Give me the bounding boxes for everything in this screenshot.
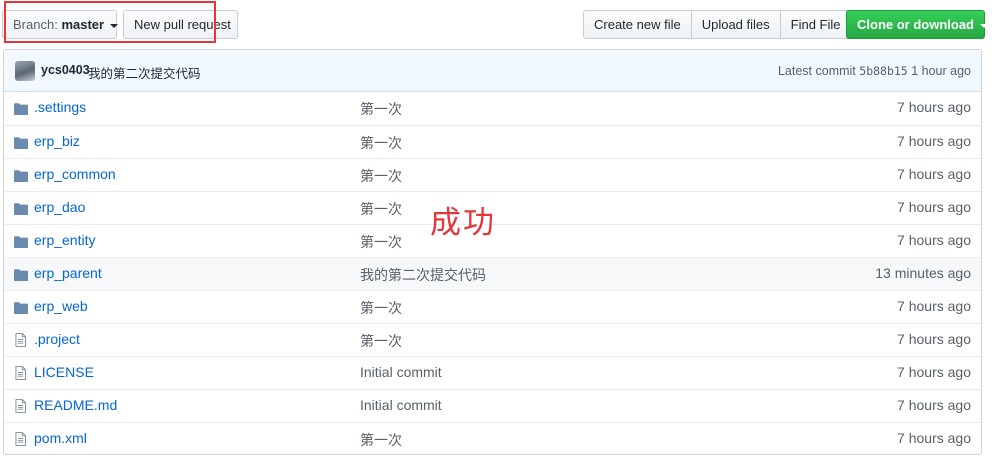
file-name-link[interactable]: .project xyxy=(34,331,80,347)
latest-commit-info: Latest commit 5b88b15 1 hour ago xyxy=(778,64,971,78)
folder-icon xyxy=(14,102,28,115)
folder-icon xyxy=(14,169,28,182)
upload-files-button[interactable]: Upload files xyxy=(690,10,780,39)
file-icon xyxy=(15,432,29,446)
latest-commit-label: Latest commit xyxy=(777,64,856,78)
file-icon xyxy=(15,366,29,380)
file-row[interactable]: .project 第一次 7 hours ago xyxy=(4,323,981,356)
file-icon xyxy=(15,399,29,413)
file-commit-message-link[interactable]: 第一次 xyxy=(360,232,402,252)
file-name-link[interactable]: erp_biz xyxy=(34,133,80,149)
file-icon xyxy=(15,333,29,347)
file-commit-age: 7 hours ago xyxy=(897,397,971,413)
file-row[interactable]: erp_parent 我的第二次提交代码 13 minutes ago xyxy=(4,257,981,290)
file-commit-age: 13 minutes ago xyxy=(875,265,971,281)
file-actions-group: Create new file Upload files Find File xyxy=(583,10,852,39)
clone-or-download-button[interactable]: Clone or download xyxy=(846,10,988,39)
file-commit-message-link[interactable]: 第一次 xyxy=(360,430,402,450)
file-commit-age: 7 hours ago xyxy=(897,430,971,446)
file-commit-message-link[interactable]: 第一次 xyxy=(360,133,402,153)
file-commit-age: 7 hours ago xyxy=(897,133,971,149)
file-commit-age: 7 hours ago xyxy=(897,99,971,115)
file-commit-age: 7 hours ago xyxy=(897,199,971,215)
file-row[interactable]: .settings 第一次 7 hours ago xyxy=(4,92,981,125)
file-name-link[interactable]: erp_web xyxy=(34,298,88,314)
file-commit-age: 7 hours ago xyxy=(897,298,971,314)
highlight-annotation-box xyxy=(4,1,216,43)
commit-age: 1 hour ago xyxy=(911,64,971,78)
create-new-file-button[interactable]: Create new file xyxy=(583,10,691,39)
file-list: ycs0403 我的第二次提交代码 Latest commit 5b88b15 … xyxy=(3,49,982,455)
file-commit-message-link[interactable]: 第一次 xyxy=(360,331,402,351)
file-name-link[interactable]: .settings xyxy=(34,99,86,115)
file-row[interactable]: README.md Initial commit 7 hours ago xyxy=(4,389,981,422)
success-annotation: 成功 xyxy=(430,205,496,241)
commit-message-link[interactable]: 我的第二次提交代码 xyxy=(88,63,201,82)
file-row[interactable]: erp_web 第一次 7 hours ago xyxy=(4,290,981,323)
file-rows: .settings 第一次 7 hours ago erp_biz 第一次 7 hours… xyxy=(4,92,981,455)
folder-icon xyxy=(14,268,28,281)
clone-label: Clone or download xyxy=(857,17,974,32)
file-row[interactable]: LICENSE Initial commit 7 hours ago xyxy=(4,356,981,389)
commit-author-link[interactable]: ycs0403 xyxy=(41,63,90,77)
file-name-link[interactable]: erp_entity xyxy=(34,232,95,248)
file-commit-age: 7 hours ago xyxy=(897,232,971,248)
folder-icon xyxy=(14,136,28,149)
file-commit-message-link[interactable]: 第一次 xyxy=(360,99,402,119)
latest-commit-bar: ycs0403 我的第二次提交代码 Latest commit 5b88b15 … xyxy=(4,50,981,92)
file-name-link[interactable]: pom.xml xyxy=(34,430,87,446)
file-commit-age: 7 hours ago xyxy=(897,331,971,347)
avatar[interactable] xyxy=(15,61,35,81)
file-commit-age: 7 hours ago xyxy=(897,166,971,182)
file-commit-message-link[interactable]: 第一次 xyxy=(360,298,402,318)
caret-down-icon xyxy=(979,23,988,28)
file-commit-message-link[interactable]: Initial commit xyxy=(360,397,442,413)
folder-icon xyxy=(14,235,28,248)
file-row[interactable]: erp_common 第一次 7 hours ago xyxy=(4,158,981,191)
file-row[interactable]: pom.xml 第一次 7 hours ago xyxy=(4,422,981,455)
file-commit-age: 7 hours ago xyxy=(897,364,971,380)
file-commit-message-link[interactable]: 第一次 xyxy=(360,199,402,219)
file-name-link[interactable]: erp_parent xyxy=(34,265,102,281)
file-commit-message-link[interactable]: 第一次 xyxy=(360,166,402,186)
commit-sha-link[interactable]: 5b88b15 xyxy=(859,64,907,78)
file-commit-message-link[interactable]: Initial commit xyxy=(360,364,442,380)
folder-icon xyxy=(14,202,28,215)
file-name-link[interactable]: LICENSE xyxy=(34,364,94,380)
file-row[interactable]: erp_biz 第一次 7 hours ago xyxy=(4,125,981,158)
folder-icon xyxy=(14,301,28,314)
file-name-link[interactable]: README.md xyxy=(34,397,117,413)
file-name-link[interactable]: erp_dao xyxy=(34,199,85,215)
file-commit-message-link[interactable]: 我的第二次提交代码 xyxy=(360,265,486,285)
file-name-link[interactable]: erp_common xyxy=(34,166,116,182)
find-file-button[interactable]: Find File xyxy=(779,10,852,39)
